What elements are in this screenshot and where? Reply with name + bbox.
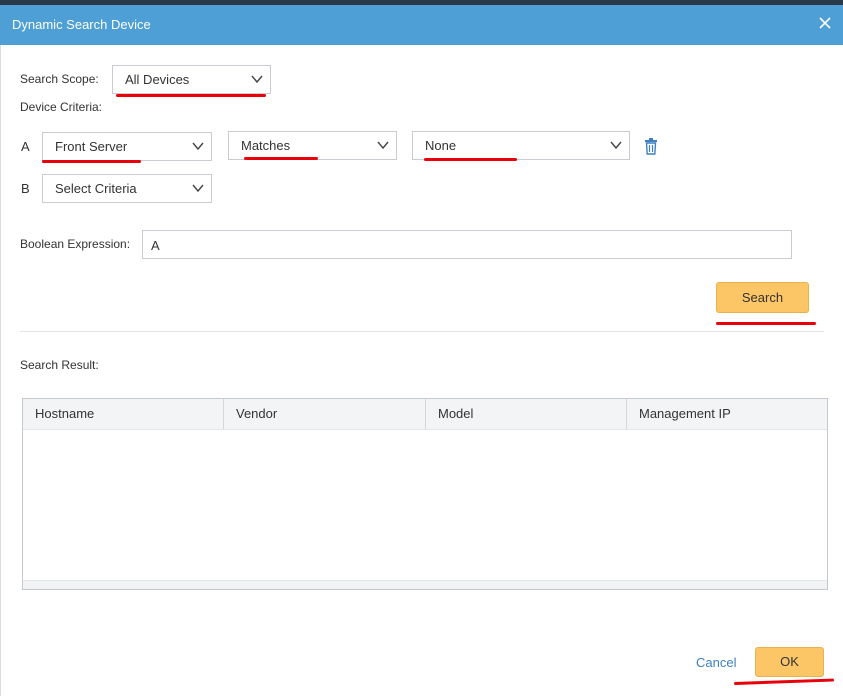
cancel-button[interactable]: Cancel bbox=[696, 655, 736, 670]
chevron-down-icon bbox=[192, 184, 204, 193]
criteria-field-select[interactable]: Select Criteria bbox=[42, 174, 212, 203]
criteria-field-select[interactable]: Front Server bbox=[42, 132, 212, 161]
search-result-table: Hostname Vendor Model Management IP bbox=[22, 398, 828, 590]
chevron-down-icon bbox=[251, 75, 263, 84]
annotation-underline bbox=[733, 678, 834, 685]
annotation-underline bbox=[42, 160, 141, 163]
column-header-management-ip[interactable]: Management IP bbox=[627, 399, 827, 429]
horizontal-scrollbar[interactable] bbox=[23, 580, 827, 589]
dialog-titlebar: Dynamic Search Device bbox=[0, 5, 843, 45]
close-icon[interactable] bbox=[817, 15, 833, 31]
section-divider bbox=[20, 331, 824, 332]
search-scope-select[interactable]: All Devices bbox=[112, 65, 271, 94]
table-header: Hostname Vendor Model Management IP bbox=[23, 399, 827, 430]
device-criteria-label: Device Criteria: bbox=[20, 100, 103, 114]
chevron-down-icon bbox=[610, 141, 622, 150]
table-body bbox=[23, 430, 827, 581]
search-scope-label: Search Scope: bbox=[20, 72, 99, 86]
annotation-underline bbox=[716, 322, 816, 325]
chevron-down-icon bbox=[192, 142, 204, 151]
search-button[interactable]: Search bbox=[716, 282, 809, 313]
annotation-underline bbox=[424, 158, 517, 161]
criteria-operator-select[interactable]: Matches bbox=[228, 131, 397, 160]
search-result-label: Search Result: bbox=[20, 358, 99, 372]
boolean-expression-label: Boolean Expression: bbox=[20, 237, 131, 251]
boolean-expression-value: A bbox=[151, 238, 160, 253]
search-scope-value: All Devices bbox=[125, 72, 190, 87]
criteria-field-value: Front Server bbox=[55, 139, 128, 154]
criteria-value-select[interactable]: None bbox=[412, 131, 630, 160]
dialog-title: Dynamic Search Device bbox=[12, 17, 151, 32]
column-header-vendor[interactable]: Vendor bbox=[224, 399, 426, 429]
boolean-expression-input[interactable]: A bbox=[142, 230, 792, 259]
chevron-down-icon bbox=[377, 141, 389, 150]
column-header-model[interactable]: Model bbox=[426, 399, 627, 429]
annotation-underline bbox=[244, 157, 318, 160]
dialog-left-border bbox=[0, 45, 1, 696]
column-header-hostname[interactable]: Hostname bbox=[23, 399, 224, 429]
criteria-value-value: None bbox=[425, 138, 457, 153]
annotation-underline bbox=[116, 94, 266, 97]
ok-button[interactable]: OK bbox=[755, 647, 824, 677]
criteria-row-letter: B bbox=[21, 181, 30, 196]
criteria-operator-value: Matches bbox=[241, 138, 291, 153]
criteria-field-value: Select Criteria bbox=[55, 181, 137, 196]
trash-icon[interactable] bbox=[643, 137, 659, 155]
criteria-row-letter: A bbox=[21, 139, 30, 154]
